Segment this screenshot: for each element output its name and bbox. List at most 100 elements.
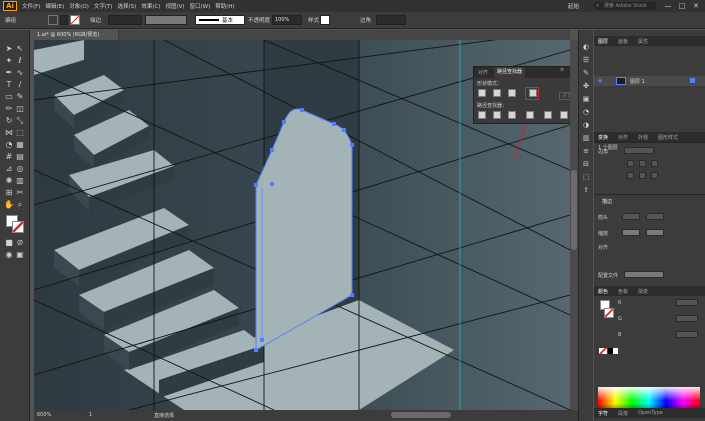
symbol-sprayer-icon[interactable]: ✺ bbox=[4, 176, 14, 186]
symbols-icon[interactable]: ✤ bbox=[581, 81, 591, 91]
tab-align-2[interactable]: 对齐 bbox=[618, 134, 628, 141]
fill-dropdown[interactable] bbox=[60, 15, 68, 25]
perspective-grid-icon[interactable]: ▦ bbox=[15, 140, 25, 150]
screen-mode-icon[interactable]: ▣ bbox=[15, 250, 25, 260]
menu-file[interactable]: 文件(F) bbox=[22, 2, 40, 10]
outline-button[interactable] bbox=[544, 111, 552, 119]
direct-selection-tool-icon[interactable]: ↖ bbox=[15, 44, 25, 54]
white-swatch[interactable] bbox=[613, 348, 618, 354]
rotate-tool-icon[interactable]: ↻ bbox=[4, 116, 14, 126]
gradient-icon[interactable]: ▥ bbox=[581, 133, 591, 143]
stroke-weight-field[interactable] bbox=[108, 15, 142, 25]
minus-front-button[interactable] bbox=[493, 89, 501, 97]
panel-menu-icon[interactable]: ≡ bbox=[560, 67, 564, 73]
appearance-icon[interactable]: ◔ bbox=[581, 107, 591, 117]
stroke-label[interactable]: 描边 bbox=[90, 16, 101, 24]
r-value-field[interactable] bbox=[676, 299, 698, 306]
document-tab[interactable]: 1.ai* @ 600% (RGB/预览) bbox=[34, 30, 119, 40]
menu-select[interactable]: 选择(S) bbox=[118, 2, 137, 10]
tab-paragraph[interactable]: 段落 bbox=[618, 410, 628, 417]
arrow-scale-end[interactable] bbox=[646, 229, 664, 236]
style-label[interactable]: 样式 bbox=[308, 16, 319, 24]
pen-tool-icon[interactable]: ✒ bbox=[4, 68, 14, 78]
corner-radius-field[interactable] bbox=[376, 15, 406, 25]
vertical-scrollbar[interactable] bbox=[570, 40, 578, 410]
corner-option-1[interactable] bbox=[627, 160, 634, 167]
layer-name[interactable]: 图层 1 bbox=[630, 78, 645, 85]
arrow-scale-start[interactable] bbox=[622, 229, 640, 236]
mesh-tool-icon[interactable]: # bbox=[4, 152, 14, 162]
export-icon[interactable]: ⇪ bbox=[581, 185, 591, 195]
cap-option-2[interactable] bbox=[639, 172, 646, 179]
gradient-tool-icon[interactable]: ▤ bbox=[15, 152, 25, 162]
free-transform-icon[interactable]: ⬚ bbox=[15, 128, 25, 138]
g-value-field[interactable] bbox=[676, 315, 698, 322]
trim-button[interactable] bbox=[493, 111, 501, 119]
curvature-tool-icon[interactable]: ∿ bbox=[15, 68, 25, 78]
tab-align[interactable]: 对齐 bbox=[478, 69, 488, 76]
rectangle-tool-icon[interactable]: ▭ bbox=[4, 92, 14, 102]
tab-color[interactable]: 颜色 bbox=[598, 288, 608, 295]
draw-mode-icon[interactable]: ◉ bbox=[4, 250, 14, 260]
brush-definition[interactable] bbox=[195, 15, 245, 25]
menu-help[interactable]: 帮助(H) bbox=[215, 2, 234, 10]
corner-label[interactable]: 边角 bbox=[360, 16, 371, 24]
profile-field[interactable] bbox=[624, 271, 664, 278]
none-swatch[interactable] bbox=[599, 348, 607, 354]
line-tool-icon[interactable]: / bbox=[15, 80, 25, 90]
tab-artboards[interactable]: 画板 bbox=[618, 38, 628, 45]
minimize-button[interactable]: — bbox=[662, 1, 674, 11]
horizontal-scroll-thumb[interactable] bbox=[391, 412, 451, 418]
width-tool-icon[interactable]: ⋈ bbox=[4, 128, 14, 138]
unite-button[interactable] bbox=[478, 89, 486, 97]
shape-builder-icon[interactable]: ◔ bbox=[4, 140, 14, 150]
column-graph-icon[interactable]: ▥ bbox=[15, 176, 25, 186]
eyedropper-icon[interactable]: ⊿ bbox=[4, 164, 14, 174]
minus-back-button[interactable] bbox=[560, 111, 568, 119]
tab-gradient[interactable]: 渐变 bbox=[638, 288, 648, 295]
corner-option-3[interactable] bbox=[651, 160, 658, 167]
tab-appearance[interactable]: 外观 bbox=[638, 134, 648, 141]
menu-view[interactable]: 视图(V) bbox=[165, 2, 184, 10]
vertical-scroll-thumb[interactable] bbox=[571, 170, 577, 250]
artboard-number[interactable]: 1 bbox=[89, 412, 92, 418]
blend-tool-icon[interactable]: ◎ bbox=[15, 164, 25, 174]
tab-properties[interactable]: 属性 bbox=[638, 38, 648, 45]
opacity-field[interactable]: 100% bbox=[272, 15, 302, 25]
cap-option-3[interactable] bbox=[651, 172, 658, 179]
lasso-icon[interactable]: ℓ bbox=[15, 56, 25, 66]
status-text[interactable]: 直接选择 bbox=[154, 412, 174, 419]
variable-width-profile[interactable] bbox=[145, 15, 187, 25]
crop-button[interactable] bbox=[526, 111, 534, 119]
tab-transform[interactable]: 变换 bbox=[598, 134, 608, 141]
none-mode-icon[interactable]: ⊘ bbox=[15, 238, 25, 248]
slice-tool-icon[interactable]: ✂ bbox=[15, 188, 25, 198]
maximize-button[interactable]: □ bbox=[676, 1, 688, 11]
arrow-start-field[interactable] bbox=[622, 213, 640, 220]
menu-window[interactable]: 窗口(W) bbox=[190, 2, 211, 10]
graphic-style-swatch[interactable] bbox=[320, 15, 330, 25]
fill-swatch[interactable] bbox=[48, 15, 58, 25]
stroke-icon[interactable]: ≡ bbox=[581, 146, 591, 156]
libraries-icon[interactable]: ☰ bbox=[581, 55, 591, 65]
selection-tool-icon[interactable]: ➤ bbox=[4, 44, 14, 54]
artboard-tool-icon[interactable]: ⊞ bbox=[4, 188, 14, 198]
align-icon[interactable]: ⊟ bbox=[581, 159, 591, 169]
hand-tool-icon[interactable]: ✋ bbox=[4, 200, 14, 210]
tab-swatches[interactable]: 色板 bbox=[618, 288, 628, 295]
merge-button[interactable] bbox=[508, 111, 516, 119]
paintbrush-tool-icon[interactable]: ✎ bbox=[15, 92, 25, 102]
stock-search-input[interactable]: ⌕ 搜索 Adobe Stock bbox=[594, 2, 656, 10]
divide-button[interactable] bbox=[478, 111, 486, 119]
color-mode-icon[interactable]: ■ bbox=[4, 238, 14, 248]
brushes-icon[interactable]: ✎ bbox=[581, 68, 591, 78]
corner-field[interactable] bbox=[624, 147, 654, 154]
close-button[interactable]: ✕ bbox=[690, 1, 702, 11]
magic-wand-icon[interactable]: ✦ bbox=[4, 56, 14, 66]
zoom-tool-icon[interactable]: ⌕ bbox=[15, 200, 25, 210]
cap-option-1[interactable] bbox=[627, 172, 634, 179]
menu-effect[interactable]: 效果(C) bbox=[141, 2, 160, 10]
shaper-tool-icon[interactable]: ✏ bbox=[4, 104, 14, 114]
menu-edit[interactable]: 编辑(E) bbox=[45, 2, 64, 10]
workspace-switcher[interactable]: 起始 bbox=[568, 2, 579, 10]
